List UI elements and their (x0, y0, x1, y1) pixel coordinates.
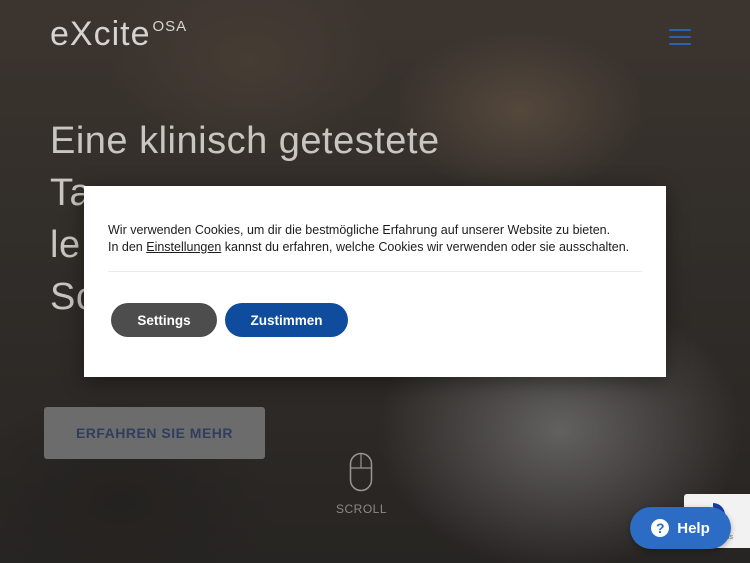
cookie-accept-button[interactable]: Zustimmen (225, 303, 348, 337)
cookie-text-prefix: In den (108, 240, 147, 254)
scroll-label: SCROLL (336, 502, 388, 516)
cookie-settings-link[interactable]: Einstellungen (146, 240, 221, 254)
cookie-message: Wir verwenden Cookies, um dir die bestmö… (108, 222, 648, 256)
help-button[interactable]: ? Help (630, 507, 731, 549)
headline-line: Eine klinisch getestete (50, 120, 440, 162)
question-icon: ? (651, 519, 670, 537)
learn-more-button[interactable]: ERFAHREN SIE MEHR (44, 407, 265, 459)
help-label: Help (677, 519, 710, 537)
site-logo[interactable]: eXcite OSA (50, 14, 187, 61)
logo-sub-text: OSA (152, 18, 188, 35)
cookie-consent-dialog: Wir verwenden Cookies, um dir die bestmö… (84, 186, 666, 377)
cookie-message-line2: In den Einstellungen kannst du erfahren,… (108, 239, 648, 256)
cookie-message-line1: Wir verwenden Cookies, um dir die bestmö… (108, 223, 611, 237)
menu-bar (669, 36, 691, 38)
cookie-settings-button[interactable]: Settings (111, 303, 217, 337)
cookie-divider (108, 271, 642, 272)
mouse-icon (349, 452, 373, 492)
menu-bar (669, 43, 691, 45)
menu-bar (669, 29, 691, 31)
hamburger-menu-icon[interactable] (669, 29, 691, 47)
cookie-text-suffix: kannst du erfahren, welche Cookies wir v… (221, 240, 630, 254)
logo-main-text: eXcite (50, 15, 151, 53)
scroll-hint[interactable]: SCROLL (336, 452, 388, 516)
